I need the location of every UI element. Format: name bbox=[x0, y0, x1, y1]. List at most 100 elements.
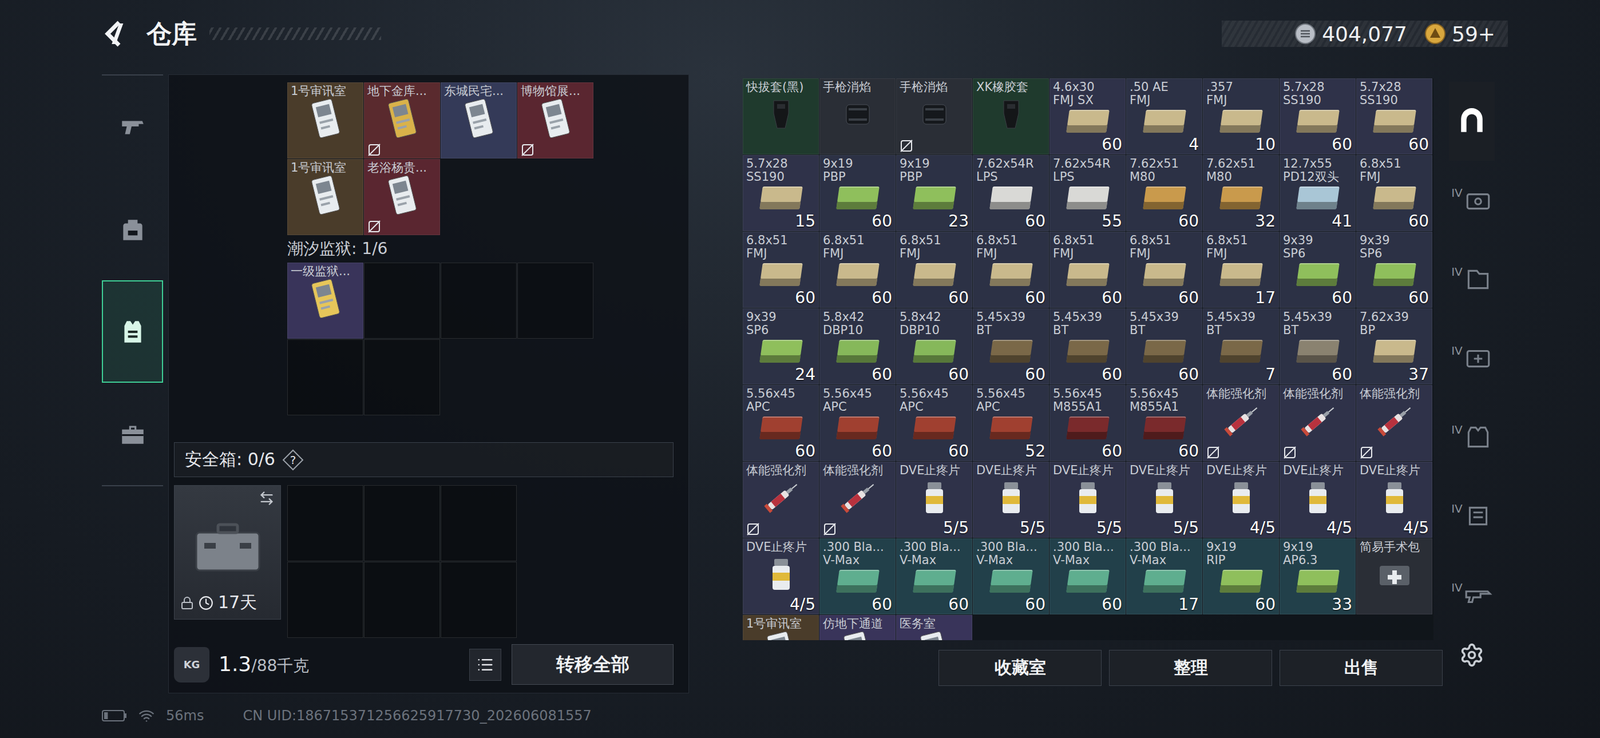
item-cell[interactable]: 5.7x28SS19060 bbox=[1279, 78, 1356, 155]
item-cell[interactable]: .50 AEFMJ4 bbox=[1126, 78, 1203, 155]
empty-slot[interactable] bbox=[363, 561, 441, 639]
action-button[interactable]: 整理 bbox=[1109, 650, 1273, 687]
item-cell[interactable]: 5.56x45M855A160 bbox=[1126, 385, 1203, 462]
item-cell[interactable]: DVE止疼片5/5 bbox=[1049, 461, 1126, 538]
item-cell[interactable]: 5.56x45APC52 bbox=[972, 385, 1049, 462]
item-cell[interactable]: 5.45x39BT60 bbox=[1279, 308, 1356, 385]
item-cell[interactable]: DVE止疼片5/5 bbox=[972, 461, 1049, 538]
item-cell[interactable]: DVE止疼片4/5 bbox=[742, 538, 819, 615]
storage-tab[interactable]: IV bbox=[1448, 318, 1495, 398]
help-button[interactable]: ? bbox=[283, 450, 303, 470]
item-cell[interactable]: 5.45x39BT60 bbox=[972, 308, 1049, 385]
item-cell[interactable]: 5.45x39BT60 bbox=[1126, 308, 1203, 385]
item-cell[interactable]: DVE止疼片4/5 bbox=[1202, 461, 1279, 538]
item-cell[interactable]: 5.56x45M855A160 bbox=[1049, 385, 1126, 462]
storage-tab[interactable]: IV bbox=[1448, 397, 1495, 477]
empty-slot[interactable] bbox=[363, 339, 441, 416]
item-cell[interactable]: 7.62x54RLPS60 bbox=[972, 155, 1049, 232]
item-cell[interactable]: 5.56x45APC60 bbox=[896, 385, 973, 462]
item-cell[interactable]: 5.56x45APC60 bbox=[819, 385, 896, 462]
item-cell[interactable]: 体能强化剂 bbox=[742, 461, 819, 538]
item-cell[interactable]: 9x19AP6.333 bbox=[1279, 538, 1356, 615]
item-cell[interactable]: 9x39SP660 bbox=[1279, 231, 1356, 308]
item-cell[interactable]: 5.7x28SS19060 bbox=[1356, 78, 1433, 155]
item-cell[interactable]: .300 Bla...V-Max60 bbox=[1049, 538, 1126, 615]
item-cell[interactable]: 一级监狱... bbox=[287, 262, 364, 339]
empty-slot[interactable] bbox=[440, 262, 517, 339]
item-cell[interactable]: 6.8x51FMJ17 bbox=[1202, 231, 1279, 308]
item-cell[interactable]: 体能强化剂 bbox=[1356, 385, 1433, 462]
item-cell[interactable]: 1号审讯室 bbox=[287, 82, 364, 159]
item-cell[interactable]: 6.8x51FMJ60 bbox=[1356, 155, 1433, 232]
item-cell[interactable]: 快拔套(黑) bbox=[742, 78, 819, 155]
item-cell[interactable]: 5.8x42DBP1060 bbox=[819, 308, 896, 385]
empty-slot[interactable] bbox=[287, 485, 364, 562]
storage-tab[interactable]: IV bbox=[1448, 239, 1495, 319]
settings-button[interactable] bbox=[1448, 638, 1495, 673]
item-cell[interactable]: 6.8x51FMJ60 bbox=[742, 231, 819, 308]
safe-box-item[interactable]: 17天 bbox=[173, 485, 281, 620]
nav-item[interactable] bbox=[101, 280, 164, 383]
empty-slot[interactable] bbox=[287, 561, 364, 639]
item-cell[interactable]: 6.8x51FMJ60 bbox=[1126, 231, 1203, 308]
item-cell[interactable]: 1号审讯室 bbox=[287, 159, 364, 236]
item-cell[interactable]: 6.8x51FMJ60 bbox=[1049, 231, 1126, 308]
item-cell[interactable]: 5.7x28SS19015 bbox=[742, 155, 819, 232]
item-cell[interactable]: 6.8x51FMJ60 bbox=[819, 231, 896, 308]
item-cell[interactable]: 7.62x39BP37 bbox=[1356, 308, 1433, 385]
item-cell[interactable]: DVE止疼片5/5 bbox=[896, 461, 973, 538]
nav-item[interactable] bbox=[101, 75, 164, 178]
item-cell[interactable]: 体能强化剂 bbox=[1202, 385, 1279, 462]
empty-slot[interactable] bbox=[440, 485, 517, 562]
item-cell[interactable]: .300 Bla...V-Max17 bbox=[1126, 538, 1203, 615]
empty-slot[interactable] bbox=[363, 485, 441, 562]
item-cell[interactable]: 东城民宅... bbox=[440, 82, 517, 159]
item-cell[interactable]: 5.8x42DBP1060 bbox=[896, 308, 973, 385]
item-cell[interactable]: 老浴杨贵... bbox=[363, 159, 441, 236]
nav-item[interactable] bbox=[101, 382, 164, 486]
item-cell[interactable]: DVE止疼片4/5 bbox=[1356, 461, 1433, 538]
item-cell[interactable]: 9x19PBP23 bbox=[896, 155, 973, 232]
storage-tab[interactable]: IV bbox=[1448, 160, 1495, 240]
item-cell[interactable]: .300 Bla...V-Max60 bbox=[896, 538, 973, 615]
empty-slot[interactable] bbox=[517, 262, 594, 339]
item-cell[interactable]: 9x39SP660 bbox=[1356, 231, 1433, 308]
item-cell[interactable]: 手枪消焰 bbox=[819, 78, 896, 155]
action-button[interactable]: 出售 bbox=[1279, 650, 1443, 687]
item-cell[interactable]: 5.45x39BT7 bbox=[1202, 308, 1279, 385]
empty-slot[interactable] bbox=[440, 561, 517, 639]
item-cell[interactable]: 7.62x51M8060 bbox=[1126, 155, 1203, 232]
item-cell[interactable]: XK橡胶套 bbox=[972, 78, 1049, 155]
storage-tab[interactable] bbox=[1448, 81, 1495, 161]
nav-item[interactable] bbox=[101, 177, 164, 281]
empty-slot[interactable] bbox=[363, 262, 441, 339]
item-cell[interactable]: 6.8x51FMJ60 bbox=[896, 231, 973, 308]
item-cell[interactable]: 体能强化剂 bbox=[1279, 385, 1356, 462]
item-cell[interactable]: .300 Bla...V-Max60 bbox=[819, 538, 896, 615]
item-cell[interactable]: 4.6x30FMJ SX60 bbox=[1049, 78, 1126, 155]
item-cell[interactable]: 体能强化剂 bbox=[819, 461, 896, 538]
storage-tab[interactable]: IV bbox=[1448, 555, 1495, 635]
item-cell[interactable]: 7.62x51M8032 bbox=[1202, 155, 1279, 232]
item-cell[interactable]: 9x19PBP60 bbox=[819, 155, 896, 232]
back-arrow-icon[interactable] bbox=[101, 17, 134, 50]
swap-icon[interactable] bbox=[258, 490, 275, 507]
action-button[interactable]: 收藏室 bbox=[938, 650, 1102, 687]
item-cell[interactable]: DVE止疼片4/5 bbox=[1279, 461, 1356, 538]
transfer-all-button[interactable]: 转移全部 bbox=[511, 644, 674, 685]
storage-tab[interactable]: IV bbox=[1448, 476, 1495, 556]
item-cell[interactable]: 6.8x51FMJ60 bbox=[972, 231, 1049, 308]
item-cell[interactable]: 5.45x39BT60 bbox=[1049, 308, 1126, 385]
item-cell[interactable]: 9x39SP624 bbox=[742, 308, 819, 385]
item-cell[interactable]: 12.7x55PD12双头41 bbox=[1279, 155, 1356, 232]
item-cell[interactable]: .357FMJ10 bbox=[1202, 78, 1279, 155]
item-cell[interactable]: DVE止疼片5/5 bbox=[1126, 461, 1203, 538]
empty-slot[interactable] bbox=[287, 339, 364, 416]
item-cell[interactable]: 博物馆展... bbox=[517, 82, 594, 159]
item-cell[interactable]: 1号审讯室 bbox=[742, 615, 819, 641]
item-cell[interactable]: 7.62x54RLPS55 bbox=[1049, 155, 1126, 232]
list-button[interactable] bbox=[469, 648, 502, 681]
item-cell[interactable]: 简易手术包 bbox=[1356, 538, 1433, 615]
item-cell[interactable]: 手枪消焰 bbox=[896, 78, 973, 155]
item-cell[interactable]: 9x19RIP60 bbox=[1202, 538, 1279, 615]
